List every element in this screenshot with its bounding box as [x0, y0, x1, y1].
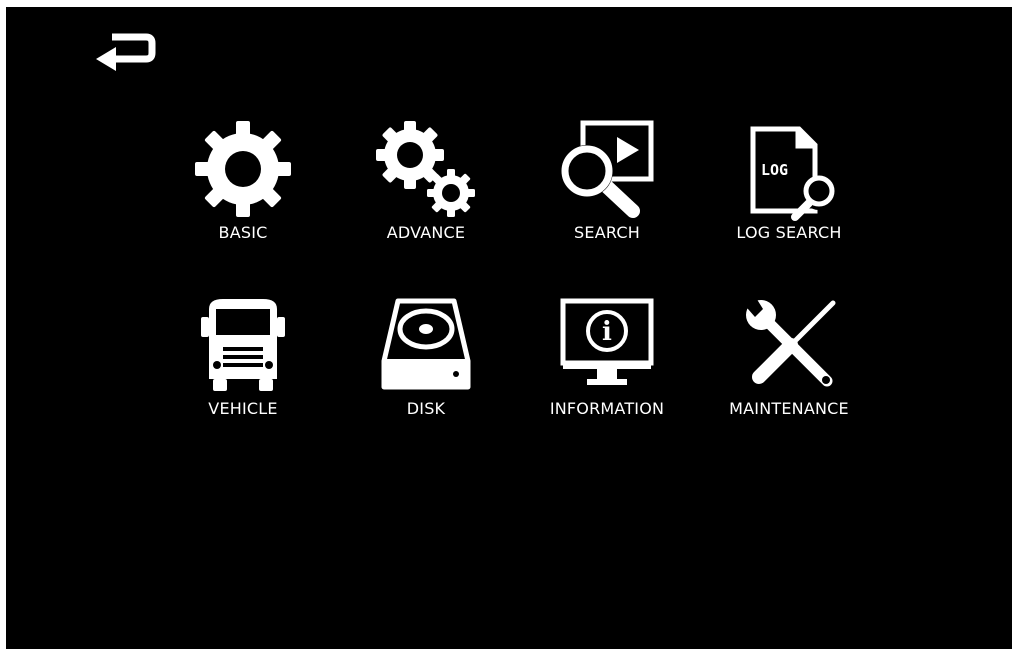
menu-item-label: MAINTENANCE [729, 399, 849, 418]
log-search-icon: LOG [750, 126, 836, 221]
hard-disk-icon [381, 298, 471, 390]
menu-item-basic[interactable]: BASIC [158, 119, 328, 269]
info-glyph: i [602, 317, 612, 347]
menu-item-information[interactable]: i INFORMATION [522, 295, 692, 445]
menu-item-search[interactable]: SEARCH [522, 119, 692, 269]
menu-item-maintenance[interactable]: MAINTENANCE [704, 293, 874, 445]
gears-icon [376, 121, 475, 217]
return-arrow-icon [96, 33, 156, 71]
menu-item-label: SEARCH [574, 223, 640, 242]
back-button[interactable] [88, 23, 164, 79]
menu-item-log-search[interactable]: LOG LOG SEARCH [704, 119, 874, 269]
menu-item-label: BASIC [218, 223, 268, 242]
menu-item-label: INFORMATION [549, 399, 665, 418]
menu-item-label: DISK [406, 399, 446, 418]
gear-icon [195, 121, 291, 217]
wrench-screwdriver-icon [741, 293, 836, 387]
menu-item-vehicle[interactable]: VEHICLE [158, 295, 328, 445]
menu-item-label: LOG SEARCH [736, 223, 842, 242]
log-text: LOG [761, 161, 788, 179]
monitor-info-icon: i [560, 298, 654, 385]
menu-item-disk[interactable]: DISK [341, 295, 511, 445]
video-search-icon [561, 120, 654, 218]
truck-icon [201, 299, 285, 391]
menu-item-label: VEHICLE [208, 399, 278, 418]
menu-item-advance[interactable]: ADVANCE [341, 119, 511, 269]
menu-item-label: ADVANCE [386, 223, 466, 242]
main-menu-screen: BASIC ADVANCE SEARCH LOG LOG SEARCH VEHI… [6, 7, 1012, 649]
